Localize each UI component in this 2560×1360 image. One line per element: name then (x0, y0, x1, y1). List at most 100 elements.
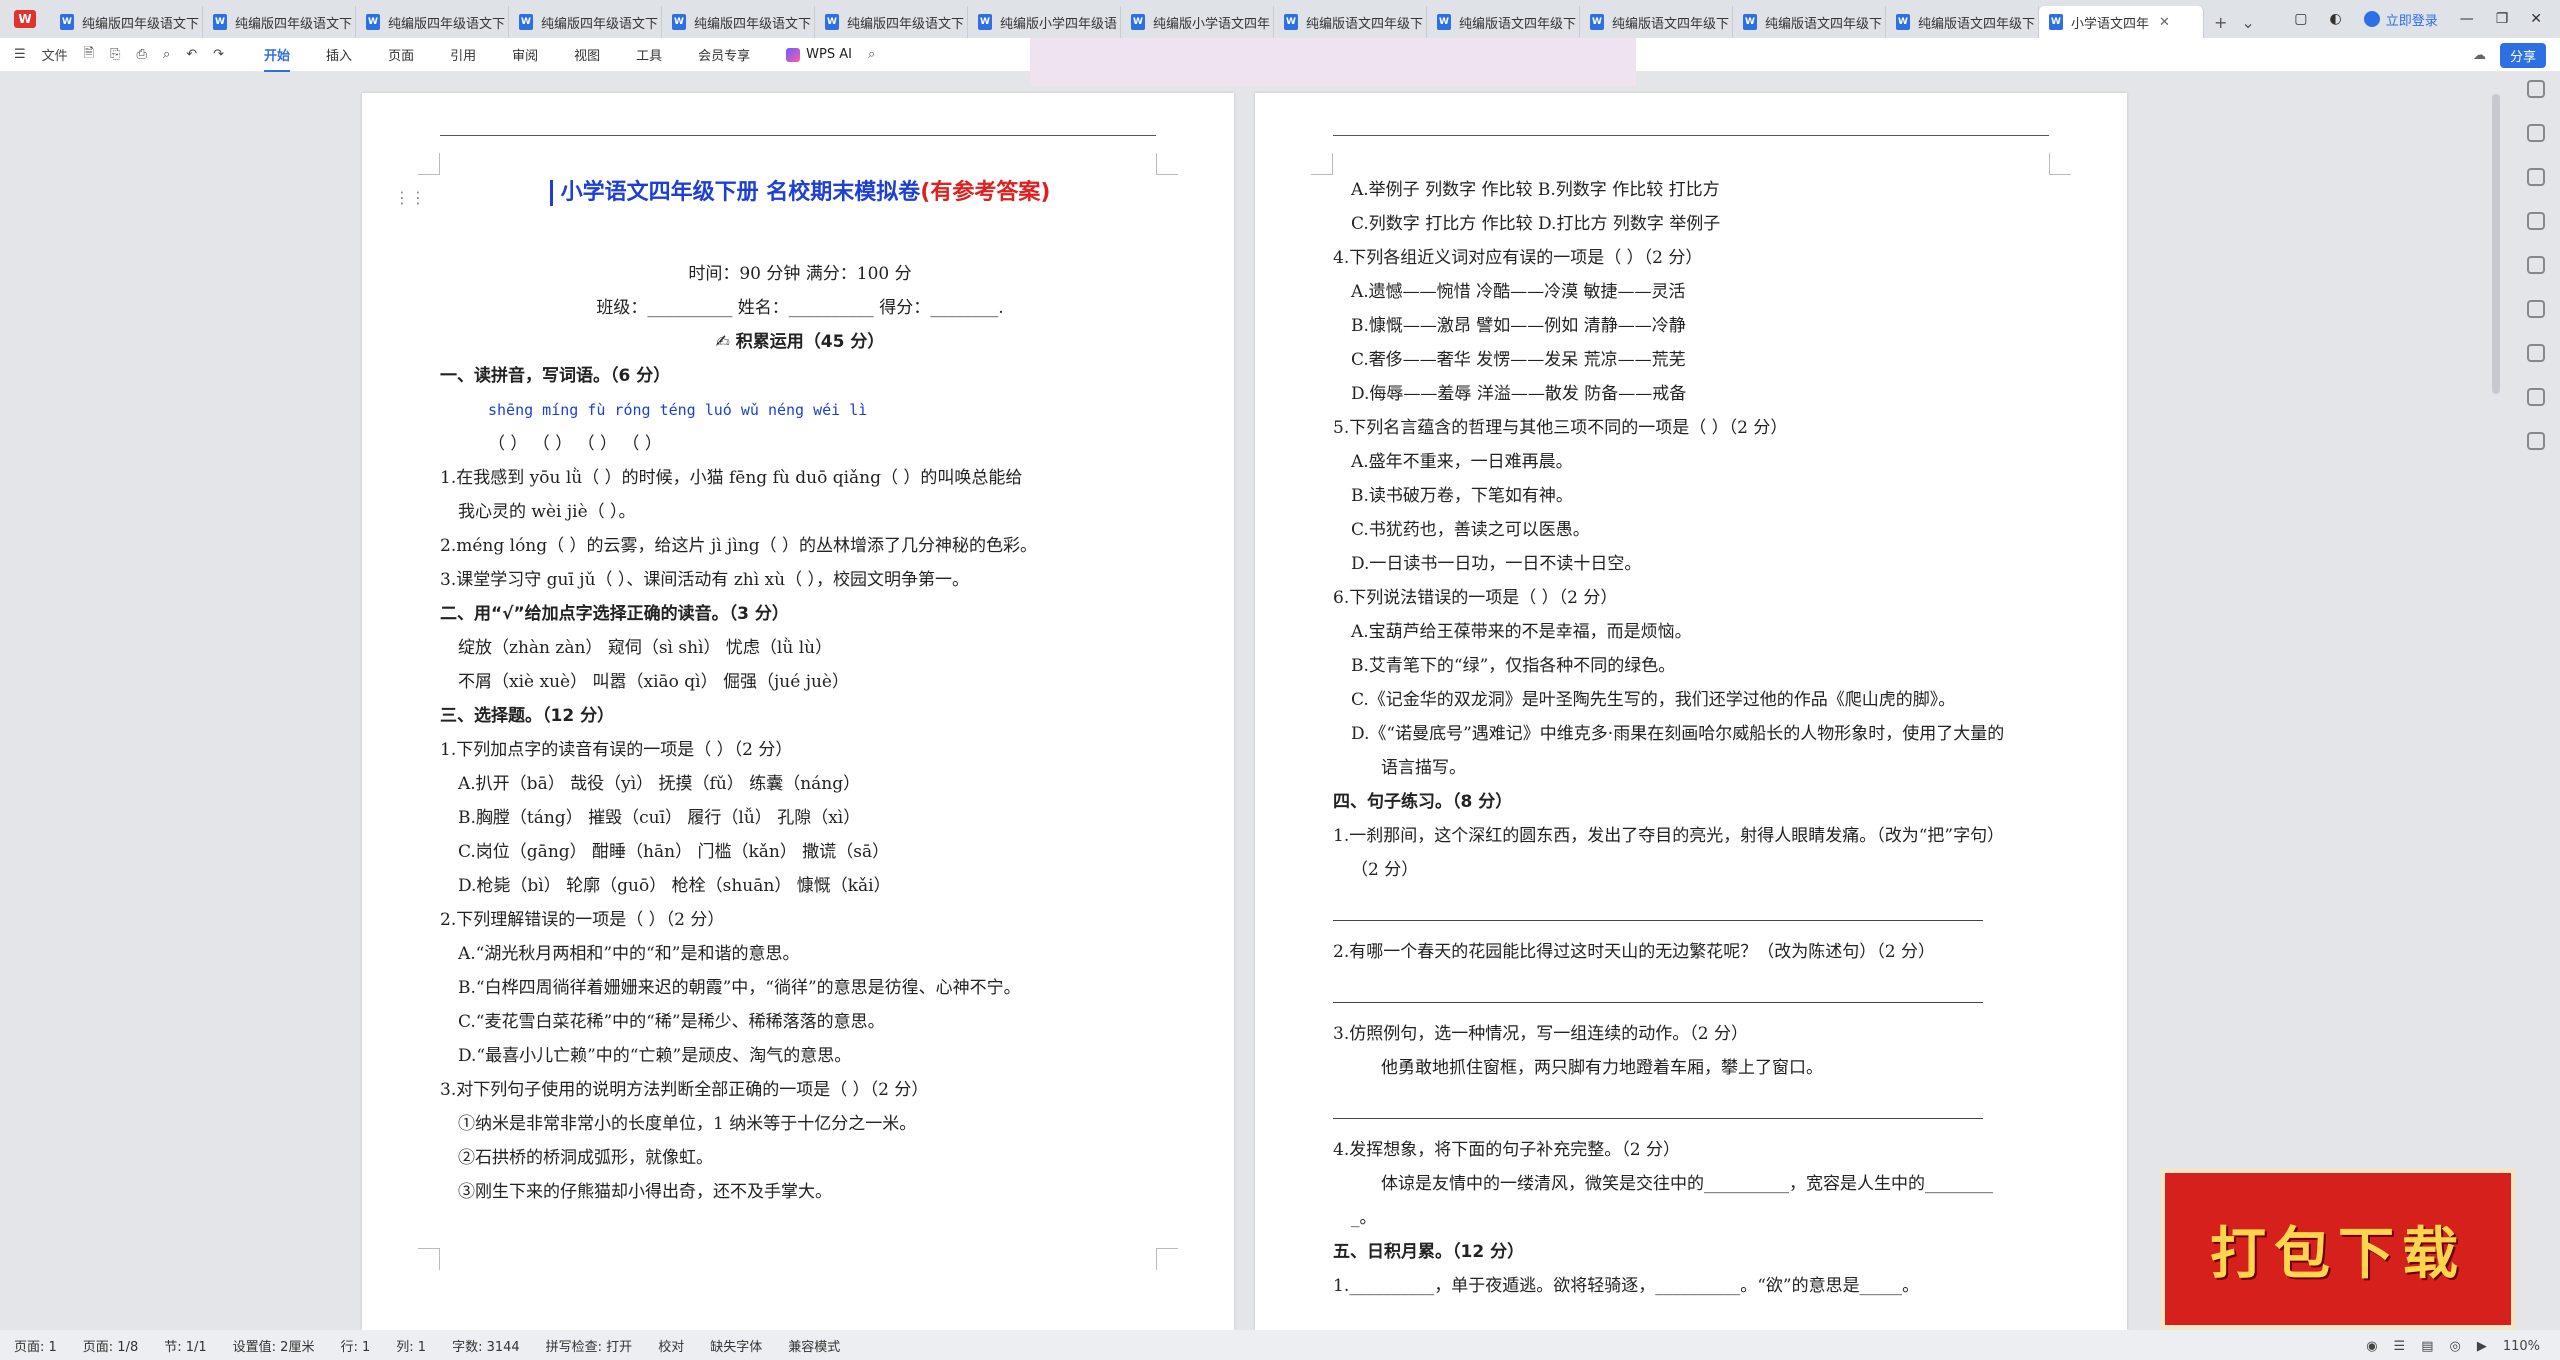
status-bar: 页面: 1 页面: 1/8 节: 1/1 设置值: 2厘米 行: 1 列: 1 … (0, 1330, 2560, 1360)
drag-handle-icon[interactable]: ⋮⋮ (394, 188, 426, 207)
page-view-icon[interactable]: ▤ (2421, 1339, 2433, 1354)
status-spell[interactable]: 拼写检查: 打开 (546, 1336, 633, 1355)
status-proof[interactable]: 校对 (658, 1336, 684, 1355)
margin-corner (1156, 1248, 1178, 1270)
adjust-icon[interactable] (2527, 212, 2545, 230)
cloud-icon[interactable]: ☁ (2473, 48, 2486, 63)
tab-document[interactable]: W 纯编版四年级语文下 (50, 6, 203, 38)
menu-item[interactable]: 开始 (264, 45, 291, 72)
page-2-lines: A.举例子 列数字 作比较 B.列数字 作比较 打比方 C.列数字 打比方 作比较… (1333, 173, 2053, 1303)
redo-icon[interactable]: ↷ (213, 47, 224, 62)
file-menu[interactable]: 文件 (42, 45, 68, 64)
download-badge[interactable]: 打包下载 (2160, 1168, 2516, 1330)
tab-document[interactable]: W 纯编版四年级语文下 (662, 6, 815, 38)
tab-bar: W W 纯编版四年级语文下 W 纯编版四年级语文下 W 纯编版四年级语文下 W 纯编版四年级语… (0, 0, 2560, 38)
tab-document[interactable]: W 纯编版语文四年级下 (1733, 6, 1886, 38)
preview-icon[interactable]: ⌕ (163, 47, 170, 62)
tab-document[interactable]: W 纯编版语文四年级下 (1580, 6, 1733, 38)
question-line: （ ） （ ） （ ） （ ） (488, 434, 662, 454)
question-line: C.《记金华的双龙洞》是叶圣陶先生写的，我们还学过他的作品《爬山虎的脚》。 (1351, 690, 1956, 710)
page-2-content: A.举例子 列数字 作比较 B.列数字 作比较 打比方 C.列数字 打比方 作比较… (1333, 173, 2053, 1303)
chevron-down-icon[interactable]: ⌄ (2241, 13, 2254, 32)
wps-ai-button[interactable]: WPS AI (786, 47, 852, 62)
tab-document[interactable]: W 纯编版小学四年级语 (968, 6, 1121, 38)
margin-corner (2049, 153, 2071, 175)
scrollbar[interactable] (2492, 94, 2500, 394)
doc-icon: W (1743, 14, 1757, 30)
skin-icon[interactable]: ◐ (2329, 11, 2341, 27)
status-font[interactable]: 缺失字体 (710, 1336, 762, 1355)
undo-icon[interactable]: ↶ (186, 47, 197, 62)
tab-label: 小学语文四年 (2071, 16, 2150, 32)
menu-item[interactable]: 审阅 (512, 45, 538, 64)
title-main: 小学语文四年级下册 名校期末模拟卷 (560, 180, 921, 205)
search-icon[interactable]: ⌕ (868, 47, 875, 62)
layout-icon[interactable]: ▢ (2294, 11, 2307, 27)
question-line: D.枪毙（bì） 轮廓（guō） 枪栓（shuān） 慷慨（kǎi） (458, 876, 891, 896)
tab-document[interactable]: W 纯编版四年级语文下 (509, 6, 662, 38)
eye-icon[interactable]: ◉ (2366, 1339, 2377, 1354)
menu-item[interactable]: 插入 (326, 45, 352, 64)
maximize-icon[interactable]: ❐ (2496, 11, 2509, 27)
tab-document[interactable]: W 纯编版小学语文四年 (1121, 6, 1274, 38)
tab-active[interactable]: W 小学语文四年 ✕ (2039, 6, 2204, 38)
tools-icon[interactable] (2527, 300, 2545, 318)
info-line: 班级：__________ 姓名：__________ 得分：________. (596, 298, 1004, 318)
tab-actions: + ⌄ (2214, 6, 2255, 38)
collapse-icon[interactable] (2527, 80, 2545, 98)
question-line: 3.仿照例句，选一种情况，写一组连续的动作。（2 分） (1333, 1024, 1748, 1044)
close-icon[interactable]: ✕ (2159, 15, 2170, 30)
tab-document[interactable]: W 纯编版语文四年级下 (1886, 6, 2039, 38)
minimize-icon[interactable]: — (2460, 11, 2474, 27)
question-line: A.盛年不重来，一日难再晨。 (1351, 452, 1573, 472)
tab-document[interactable]: W 纯编版四年级语文下 (203, 6, 356, 38)
section-title: 五、日积月累。（12 分） (1333, 1242, 1525, 1262)
export-icon[interactable]: ⎘ (110, 47, 120, 62)
tab-document[interactable]: W 纯编版四年级语文下 (356, 6, 509, 38)
tab-label: 纯编版四年级语文下 (847, 16, 965, 32)
exam-title: 小学语文四年级下册 名校期末模拟卷(有参考答案) (440, 173, 1160, 213)
share-button[interactable]: 分享 (2499, 43, 2546, 68)
play-icon[interactable]: ▶ (2477, 1339, 2487, 1354)
margin-corner (418, 1248, 440, 1270)
close-window-icon[interactable]: ✕ (2530, 11, 2542, 27)
wps-logo[interactable]: W (0, 0, 50, 38)
outline-icon[interactable]: ☰ (2394, 1339, 2406, 1354)
zoom-value[interactable]: 110% (2503, 1339, 2540, 1354)
tab-label: 纯编版语文四年级下 (1918, 16, 2036, 32)
wps-logo-icon: W (14, 10, 36, 28)
menu-item[interactable]: 工具 (636, 45, 662, 64)
question-line: 2.有哪一个春天的花园能比得过这时天山的无边繁花呢？（改为陈述句）（2 分） (1333, 942, 1935, 962)
menu-item[interactable]: 页面 (388, 45, 414, 64)
hamburger-icon[interactable]: ☰ (14, 47, 26, 62)
status-words[interactable]: 字数: 3144 (452, 1336, 520, 1355)
help-icon[interactable] (2527, 344, 2545, 362)
page-1-content: 小学语文四年级下册 名校期末模拟卷(有参考答案) 时间：90 分钟 满分：100… (440, 173, 1160, 1209)
format-icon[interactable] (2527, 256, 2545, 274)
question-line: D.《“诺曼底号”遇难记》中维克多·雨果在刻画哈尔威船长的人物形象时，使用了大量… (1351, 724, 2005, 744)
tab-label: 纯编版语文四年级下 (1459, 16, 1577, 32)
question-line: 2.下列理解错误的一项是（ ）（2 分） (440, 910, 725, 930)
pen-icon[interactable] (2527, 124, 2545, 142)
tab-document[interactable]: W 纯编版语文四年级下 (1427, 6, 1580, 38)
more-icon[interactable] (2527, 432, 2545, 450)
menu-item[interactable]: 引用 (450, 45, 476, 64)
backup-icon[interactable] (2527, 388, 2545, 406)
tab-document[interactable]: W 纯编版四年级语文下 (815, 6, 968, 38)
question-line: 1.在我感到 yōu lǜ（ ）的时候，小猫 fēng fù duō qiǎng… (440, 468, 1023, 488)
cursor-icon[interactable] (2527, 168, 2545, 186)
menu-item[interactable]: 视图 (574, 45, 600, 64)
tab-document[interactable]: W 纯编版语文四年级下 (1274, 6, 1427, 38)
web-view-icon[interactable]: ◎ (2449, 1339, 2460, 1354)
status-pages[interactable]: 页面: 1/8 (83, 1336, 138, 1355)
answer-line (1333, 1099, 1983, 1119)
add-tab-icon[interactable]: + (2214, 13, 2227, 32)
print-icon[interactable]: ⎙ (137, 47, 147, 62)
doc-icon: W (60, 14, 74, 30)
login-button[interactable]: 立即登录 (2363, 10, 2438, 29)
ai-icon (786, 47, 801, 62)
save-icon[interactable]: 🗎 (84, 44, 94, 66)
tab-label: 纯编版小学语文四年 (1153, 16, 1271, 32)
menu-item[interactable]: 会员专享 (698, 45, 750, 64)
question-line: 我心灵的 wèi jiè（ ）。 (458, 502, 636, 522)
